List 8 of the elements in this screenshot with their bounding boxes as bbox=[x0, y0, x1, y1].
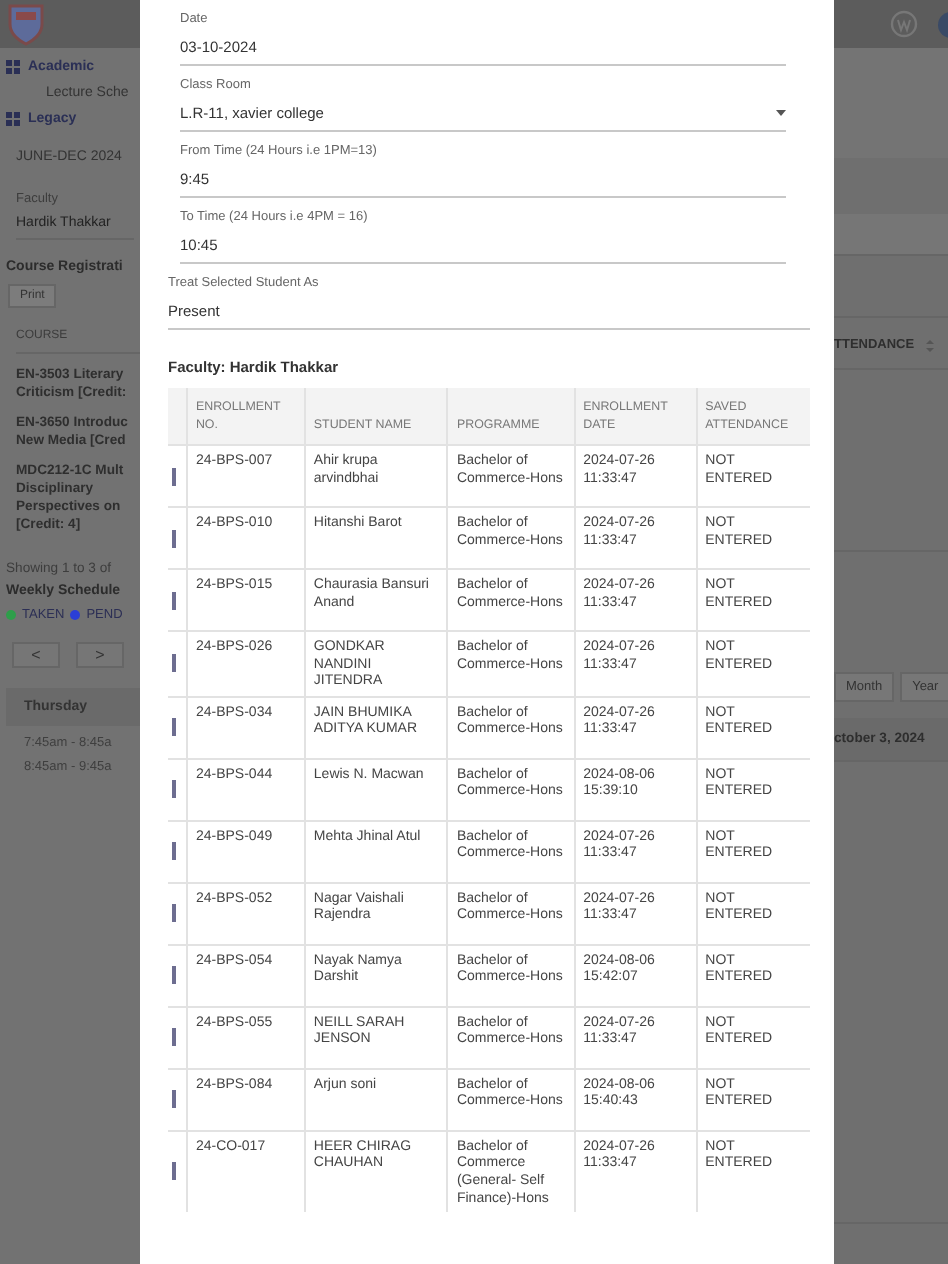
dropdown-field[interactable] bbox=[834, 214, 948, 256]
sort-icon bbox=[926, 339, 935, 351]
grid-icon bbox=[6, 112, 20, 126]
crest-icon bbox=[6, 2, 46, 46]
grid-icon bbox=[6, 60, 20, 74]
previous-button[interactable]: < bbox=[12, 642, 60, 668]
next-button[interactable]: > bbox=[76, 642, 124, 668]
caret-icon bbox=[776, 110, 786, 116]
